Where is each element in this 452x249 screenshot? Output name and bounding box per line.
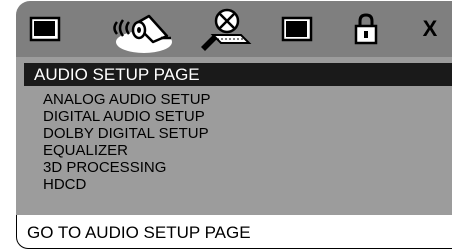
menu-item-analog-audio-setup[interactable]: ANALOG AUDIO SETUP: [16, 91, 211, 108]
menu-item-3d-processing[interactable]: 3D PROCESSING: [16, 159, 211, 176]
status-bar: GO TO AUDIO SETUP PAGE: [16, 215, 452, 249]
setup-icon-bar: X: [16, 1, 452, 57]
menu-item-digital-audio-setup[interactable]: DIGITAL AUDIO SETUP: [16, 108, 211, 125]
menu-item-hdcd[interactable]: HDCD: [16, 176, 211, 193]
general-setup-icon: [29, 16, 61, 42]
dolby-setup-tab[interactable]: [192, 1, 258, 57]
audio-setup-menu: AUDIO SETUP PAGE ANALOG AUDIO SETUP DIGI…: [16, 57, 452, 215]
video-setup-tab[interactable]: [274, 1, 320, 57]
status-text: GO TO AUDIO SETUP PAGE: [27, 223, 251, 242]
audio-setup-screen: X AUDIO SETUP PAGE ANALOG AUDIO SETUP DI…: [0, 0, 452, 249]
menu-item-dolby-digital-setup[interactable]: DOLBY DIGITAL SETUP: [16, 125, 211, 142]
menu-title: AUDIO SETUP PAGE: [24, 63, 452, 86]
menu-item-list: ANALOG AUDIO SETUP DIGITAL AUDIO SETUP D…: [16, 91, 211, 193]
preference-lock-tab[interactable]: [346, 1, 386, 57]
audio-setup-icon: [113, 14, 171, 44]
dolby-film-icon: [201, 8, 252, 51]
lock-icon: [354, 13, 378, 45]
exit-icon: X: [422, 16, 438, 41]
exit-tab[interactable]: X: [414, 1, 446, 57]
general-setup-tab[interactable]: [20, 1, 70, 57]
audio-setup-tab[interactable]: [100, 1, 188, 57]
menu-item-equalizer[interactable]: EQUALIZER: [16, 142, 211, 159]
video-setup-icon: [281, 16, 313, 42]
